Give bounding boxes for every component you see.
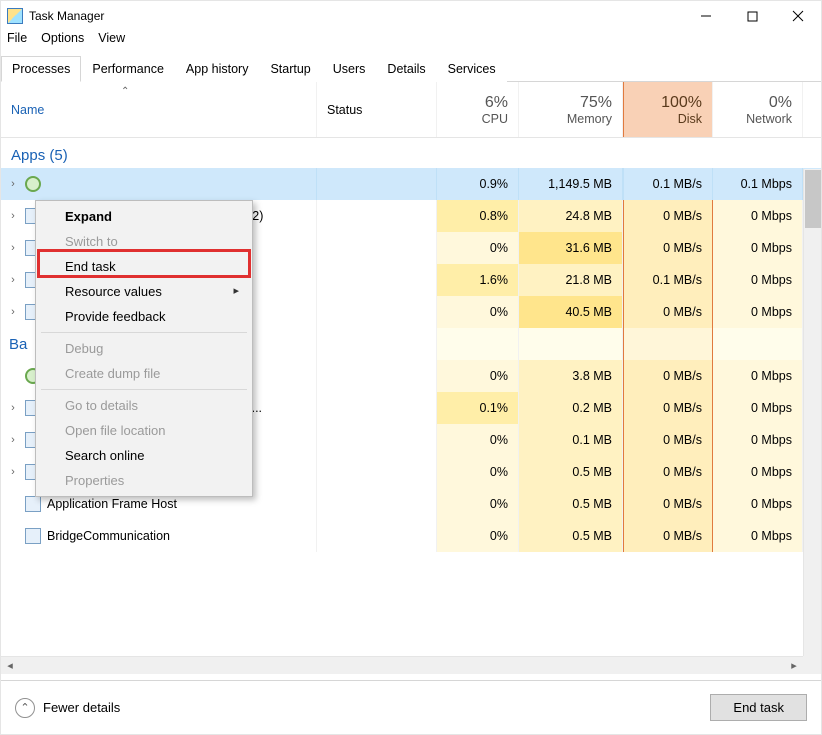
col-cpu[interactable]: 6%CPU bbox=[437, 82, 519, 137]
window-title: Task Manager bbox=[29, 9, 104, 23]
vertical-scrollbar[interactable] bbox=[803, 169, 821, 656]
sort-indicator-icon: ⌃ bbox=[121, 86, 129, 97]
menu-file[interactable]: File bbox=[7, 31, 27, 51]
fewer-details-button[interactable]: ⌃ Fewer details bbox=[15, 698, 120, 718]
ctx-end-task[interactable]: End task bbox=[39, 254, 249, 279]
cpu-cell: 0.9% bbox=[437, 168, 519, 200]
process-row[interactable]: ›BridgeCommunication 0% 0.5 MB 0 MB/s 0 … bbox=[1, 520, 821, 552]
ctx-search-online[interactable]: Search online bbox=[39, 443, 249, 468]
task-manager-icon bbox=[7, 8, 23, 24]
tab-startup[interactable]: Startup bbox=[259, 56, 321, 82]
app-icon bbox=[25, 496, 41, 512]
ctx-properties: Properties bbox=[39, 468, 249, 493]
col-network[interactable]: 0%Network bbox=[713, 82, 803, 137]
ctx-switch-to: Switch to bbox=[39, 229, 249, 254]
disk-cell: 0.1 MB/s bbox=[623, 168, 713, 200]
tab-processes[interactable]: Processes bbox=[1, 56, 81, 82]
group-apps[interactable]: Apps (5) bbox=[1, 138, 821, 168]
col-memory[interactable]: 75%Memory bbox=[519, 82, 623, 137]
context-menu: Expand Switch to End task Resource value… bbox=[35, 200, 253, 497]
close-button[interactable] bbox=[775, 1, 821, 31]
scroll-left-icon[interactable]: ◂ bbox=[1, 657, 19, 675]
tab-details[interactable]: Details bbox=[376, 56, 436, 82]
end-task-button[interactable]: End task bbox=[710, 694, 807, 721]
ctx-expand[interactable]: Expand bbox=[39, 204, 249, 229]
col-name[interactable]: Name bbox=[1, 82, 317, 137]
tab-performance[interactable]: Performance bbox=[81, 56, 175, 82]
ctx-go-to-details: Go to details bbox=[39, 393, 249, 418]
ctx-provide-feedback[interactable]: Provide feedback bbox=[39, 304, 249, 329]
col-status[interactable]: Status bbox=[317, 82, 437, 137]
ctx-debug: Debug bbox=[39, 336, 249, 361]
scroll-corner bbox=[803, 656, 821, 674]
footer: ⌃ Fewer details End task bbox=[1, 680, 821, 734]
chevron-right-icon: ▸ bbox=[233, 284, 239, 297]
tabstrip: Processes Performance App history Startu… bbox=[1, 55, 821, 82]
mem-cell: 1,149.5 MB bbox=[519, 168, 623, 200]
ctx-resource-values[interactable]: Resource values▸ bbox=[39, 279, 249, 304]
ctx-open-file-location: Open file location bbox=[39, 418, 249, 443]
menu-view[interactable]: View bbox=[98, 31, 125, 51]
expand-icon[interactable]: › bbox=[7, 178, 19, 190]
scroll-right-icon[interactable]: ▸ bbox=[785, 657, 803, 675]
ctx-create-dump: Create dump file bbox=[39, 361, 249, 386]
horizontal-scrollbar[interactable]: ◂ ▸ bbox=[1, 656, 803, 674]
tab-services[interactable]: Services bbox=[437, 56, 507, 82]
process-row[interactable]: › 0.9% 1,149.5 MB 0.1 MB/s 0.1 Mbps bbox=[1, 168, 821, 200]
chevron-up-icon: ⌃ bbox=[15, 698, 35, 718]
col-disk[interactable]: 100%Disk bbox=[623, 82, 713, 137]
menubar: File Options View bbox=[1, 31, 821, 51]
net-cell: 0.1 Mbps bbox=[713, 168, 803, 200]
separator bbox=[41, 389, 247, 390]
titlebar: Task Manager bbox=[1, 1, 821, 31]
minimize-button[interactable] bbox=[683, 1, 729, 31]
app-icon bbox=[25, 528, 41, 544]
scrollbar-thumb[interactable] bbox=[805, 170, 821, 228]
menu-options[interactable]: Options bbox=[41, 31, 84, 51]
tab-app-history[interactable]: App history bbox=[175, 56, 260, 82]
maximize-button[interactable] bbox=[729, 1, 775, 31]
expand-icon[interactable]: › bbox=[7, 210, 19, 222]
app-icon bbox=[25, 176, 41, 192]
separator bbox=[41, 332, 247, 333]
process-list: Apps (5) › 0.9% 1,149.5 MB 0.1 MB/s 0.1 … bbox=[1, 138, 821, 626]
tab-users[interactable]: Users bbox=[322, 56, 377, 82]
window-controls bbox=[683, 1, 821, 31]
